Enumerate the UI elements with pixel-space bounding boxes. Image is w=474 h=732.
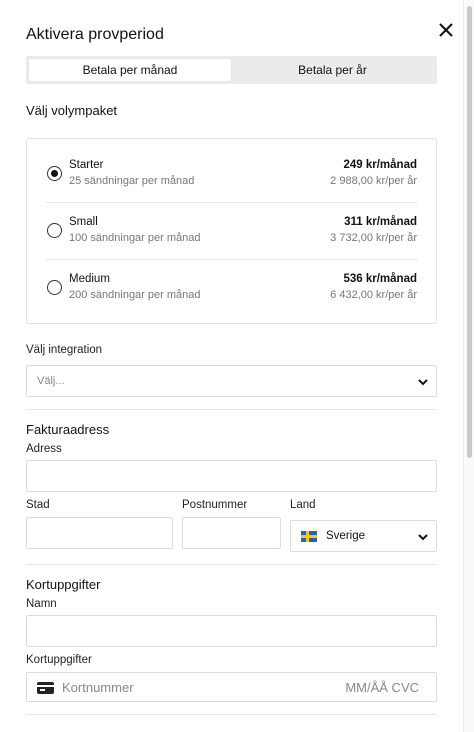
address-input[interactable] <box>26 460 437 492</box>
plan-name: Medium <box>69 273 110 285</box>
country-value: Sverige <box>326 530 365 542</box>
divider <box>26 714 437 715</box>
scrollbar-thumb[interactable] <box>467 6 472 458</box>
dialog-title: Aktivera provperiod <box>26 26 164 43</box>
scrollbar[interactable] <box>463 0 474 732</box>
chevron-down-icon <box>418 534 428 541</box>
sweden-flag-icon <box>301 531 317 542</box>
country-select[interactable]: Sverige <box>290 520 437 552</box>
chevron-down-icon <box>418 379 428 386</box>
plan-name: Small <box>69 216 98 228</box>
plan-name: Starter <box>69 159 104 171</box>
credit-card-icon <box>37 682 54 694</box>
tab-yearly[interactable]: Betala per år <box>231 59 434 81</box>
close-icon <box>439 23 453 37</box>
radio-button[interactable] <box>47 280 62 295</box>
plan-description: 100 sändningar per månad <box>69 232 201 244</box>
integration-label: Välj integration <box>26 344 103 356</box>
country-label: Land <box>290 499 316 511</box>
plan-option-medium[interactable]: Medium 200 sändningar per månad 536 kr/m… <box>27 253 436 310</box>
billing-period-tabs: Betala per månad Betala per år <box>26 56 437 84</box>
plan-price: 311 kr/månad <box>344 216 417 228</box>
expiry-cvc-placeholder: MM/ÅÅ CVC <box>345 680 419 695</box>
trial-dialog: Aktivera provperiod Betala per månad Bet… <box>0 0 463 732</box>
divider <box>26 409 437 410</box>
card-details-label: Kortuppgifter <box>26 654 92 666</box>
plan-price: 249 kr/månad <box>343 159 417 171</box>
name-input[interactable] <box>26 615 437 647</box>
postal-code-input[interactable] <box>182 517 281 549</box>
billing-address-heading: Fakturaadress <box>26 422 110 437</box>
plan-description: 25 sändningar per månad <box>69 175 195 187</box>
plan-price: 536 kr/månad <box>343 273 417 285</box>
radio-button[interactable] <box>47 166 62 181</box>
close-button[interactable] <box>436 20 456 40</box>
card-number-input[interactable]: Kortnummer MM/ÅÅ CVC <box>26 672 437 702</box>
radio-button[interactable] <box>47 223 62 238</box>
address-label: Adress <box>26 443 62 455</box>
tab-monthly[interactable]: Betala per månad <box>29 59 231 81</box>
plan-yearly-price: 6 432,00 kr/per år <box>330 289 417 301</box>
city-label: Stad <box>26 499 50 511</box>
integration-select[interactable]: Välj... <box>26 365 437 397</box>
volume-heading: Välj volympaket <box>26 103 118 118</box>
integration-placeholder: Välj... <box>37 375 65 387</box>
divider <box>26 564 437 565</box>
plan-option-small[interactable]: Small 100 sändningar per månad 311 kr/må… <box>27 196 436 253</box>
plan-yearly-price: 2 988,00 kr/per år <box>330 175 417 187</box>
plan-description: 200 sändningar per månad <box>69 289 201 301</box>
plan-option-starter[interactable]: Starter 25 sändningar per månad 249 kr/m… <box>27 139 436 196</box>
postal-code-label: Postnummer <box>182 499 248 511</box>
card-number-placeholder: Kortnummer <box>62 680 134 695</box>
plan-list: Starter 25 sändningar per månad 249 kr/m… <box>26 138 437 324</box>
city-input[interactable] <box>26 517 173 549</box>
plan-yearly-price: 3 732,00 kr/per år <box>330 232 417 244</box>
name-label: Namn <box>26 598 57 610</box>
card-heading: Kortuppgifter <box>26 577 101 592</box>
